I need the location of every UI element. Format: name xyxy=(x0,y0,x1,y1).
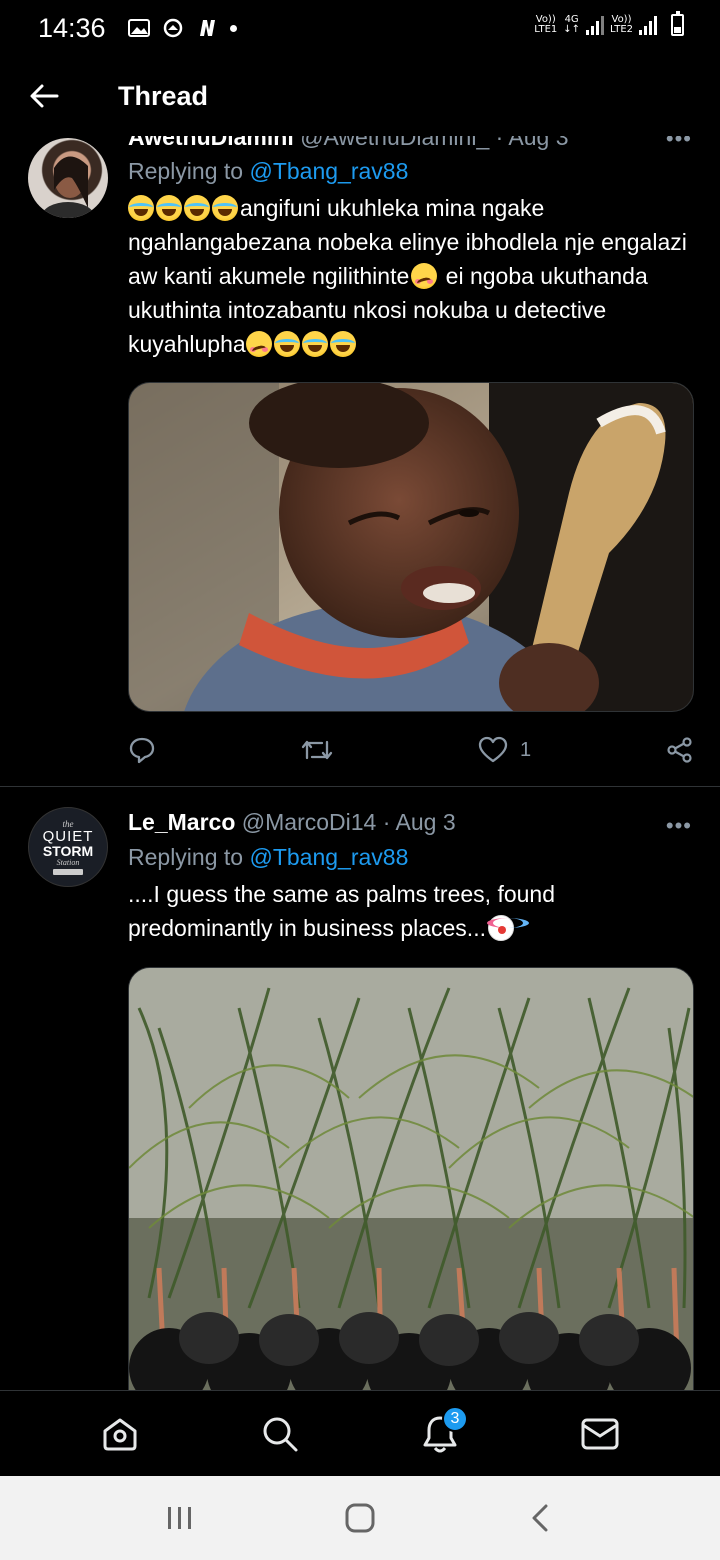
joy-emoji-icon xyxy=(156,195,182,221)
avatar[interactable]: the QUIET STORM Station xyxy=(28,807,108,887)
more-options-icon[interactable]: ••• xyxy=(666,813,692,839)
retweet-icon xyxy=(301,740,333,760)
home-tab[interactable] xyxy=(90,1404,150,1464)
chevron-left-icon xyxy=(532,1504,548,1532)
tweet-actions: 1 xyxy=(128,730,694,770)
reply-button[interactable] xyxy=(128,736,156,764)
back-system-button[interactable] xyxy=(510,1493,570,1543)
tweet-text: ....I guess the same as palms trees, fou… xyxy=(128,881,555,941)
recent-apps-icon xyxy=(168,1507,191,1529)
joy-emoji-icon xyxy=(301,331,328,357)
messages-tab[interactable] xyxy=(570,1404,630,1464)
reply-icon xyxy=(129,737,155,764)
netflix-n-icon xyxy=(196,18,218,38)
mention-link[interactable]: @Tbang_rav88 xyxy=(249,158,408,184)
search-icon xyxy=(263,1417,298,1451)
joy-emoji-icon xyxy=(273,331,300,357)
signal-sim1-icon xyxy=(586,15,605,35)
volte-sim1-icon: Vo)) LTE1 xyxy=(534,14,558,35)
notification-badge: 3 xyxy=(442,1405,468,1432)
status-bar: 14:36 Vo)) LTE1 4G ↓↑ Vo)) LTE2 xyxy=(0,0,720,56)
tweet-date[interactable]: Aug 3 xyxy=(396,809,456,835)
notifications-tab[interactable]: 3 xyxy=(410,1404,470,1464)
woozy-face-emoji-icon xyxy=(411,263,438,289)
replying-to: Replying to @Tbang_rav88 xyxy=(128,158,409,184)
joy-emoji-icon xyxy=(184,195,210,221)
share-icon xyxy=(667,737,692,763)
joy-emoji-icon xyxy=(329,331,356,357)
back-arrow-icon[interactable] xyxy=(22,74,66,118)
data-saver-icon xyxy=(162,18,184,38)
display-name[interactable]: Le_Marco xyxy=(128,809,235,835)
avatar[interactable] xyxy=(28,138,108,218)
tweet-image-child-with-spoon[interactable] xyxy=(128,382,694,712)
meta-separator: · xyxy=(376,809,396,835)
like-button[interactable]: 1 xyxy=(478,736,531,764)
tweet-awethu[interactable]: AwethuDlamini @AwethuDlamini_ · Aug 3 Re… xyxy=(0,120,720,786)
heart-icon xyxy=(478,736,508,763)
like-count: 1 xyxy=(520,738,532,761)
home-square-icon xyxy=(345,1503,375,1533)
replying-to: Replying to @Tbang_rav88 xyxy=(128,844,409,870)
volte-sim2-icon: Vo)) LTE2 xyxy=(610,14,633,35)
signal-sim2-icon xyxy=(639,15,657,35)
status-right-icons: Vo)) LTE1 4G ↓↑ Vo)) LTE2 xyxy=(534,11,684,36)
tweet-meta: Le_Marco @MarcoDi14 · Aug 3 xyxy=(128,809,694,836)
tweet-le-marco[interactable]: the QUIET STORM Station Le_Marco @MarcoD… xyxy=(0,787,720,1390)
home-system-button[interactable] xyxy=(330,1493,390,1543)
more-notifications-dot xyxy=(229,24,237,32)
network-type-icon: 4G ↓↑ xyxy=(563,14,581,35)
tweet-image-palm-seedlings[interactable] xyxy=(128,967,694,1390)
joy-emoji-icon xyxy=(212,195,238,221)
mention-link[interactable]: @Tbang_rav88 xyxy=(249,844,408,870)
system-navigation-bar xyxy=(0,1476,720,1560)
share-button[interactable] xyxy=(666,736,694,764)
mail-icon xyxy=(581,1418,619,1449)
recent-apps-button[interactable] xyxy=(150,1493,210,1543)
tweet-text: angifuni ukuhleka mina ngake ngahlangabe… xyxy=(128,195,687,357)
top-app-bar: Thread xyxy=(0,56,720,136)
home-icon xyxy=(103,1418,137,1450)
bottom-navigation: 3 xyxy=(0,1390,720,1476)
retweet-button[interactable] xyxy=(300,736,334,764)
search-tab[interactable] xyxy=(250,1404,310,1464)
clown-face-emoji-icon xyxy=(486,915,529,941)
page-title: Thread xyxy=(118,80,209,111)
joy-emoji-icon xyxy=(128,195,154,221)
notification-icons xyxy=(127,18,237,38)
woozy-face-emoji-icon xyxy=(245,331,272,357)
battery-icon xyxy=(671,11,684,36)
user-handle: @MarcoDi14 xyxy=(241,809,377,835)
status-time: 14:36 xyxy=(38,12,106,43)
gallery-icon xyxy=(127,18,150,38)
avatar-tag xyxy=(53,868,83,875)
